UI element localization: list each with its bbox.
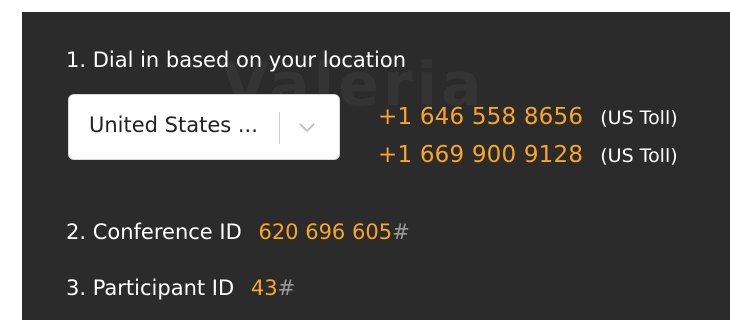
dropdown-divider <box>279 112 280 144</box>
participant-id-row: 3. Participant ID 43# <box>66 276 295 300</box>
participant-id-hash: # <box>277 276 296 300</box>
dial-in-panel: Valeria 1. Dial in based on your locatio… <box>22 12 730 320</box>
dial-number-type: (US Toll) <box>600 145 678 167</box>
country-select[interactable]: United States ... <box>68 94 340 160</box>
dial-number[interactable]: +1 646 558 8656 <box>378 104 583 130</box>
dial-number-type: (US Toll) <box>600 107 678 129</box>
chevron-down-icon <box>299 123 315 133</box>
participant-id-value: 43 <box>250 276 278 300</box>
dial-number-row: +1 669 900 9128 (US Toll) <box>378 142 678 168</box>
dial-number[interactable]: +1 669 900 9128 <box>378 142 583 168</box>
participant-id-label: 3. Participant ID <box>66 276 235 300</box>
country-select-value: United States ... <box>89 113 258 137</box>
step1-title: 1. Dial in based on your location <box>66 48 407 72</box>
conference-id-row: 2. Conference ID 620 696 605# <box>66 220 410 244</box>
conference-id-hash: # <box>392 220 410 244</box>
dial-number-row: +1 646 558 8656 (US Toll) <box>378 104 678 130</box>
conference-id-label: 2. Conference ID <box>66 220 242 244</box>
conference-id-value: 620 696 605 <box>258 220 393 244</box>
